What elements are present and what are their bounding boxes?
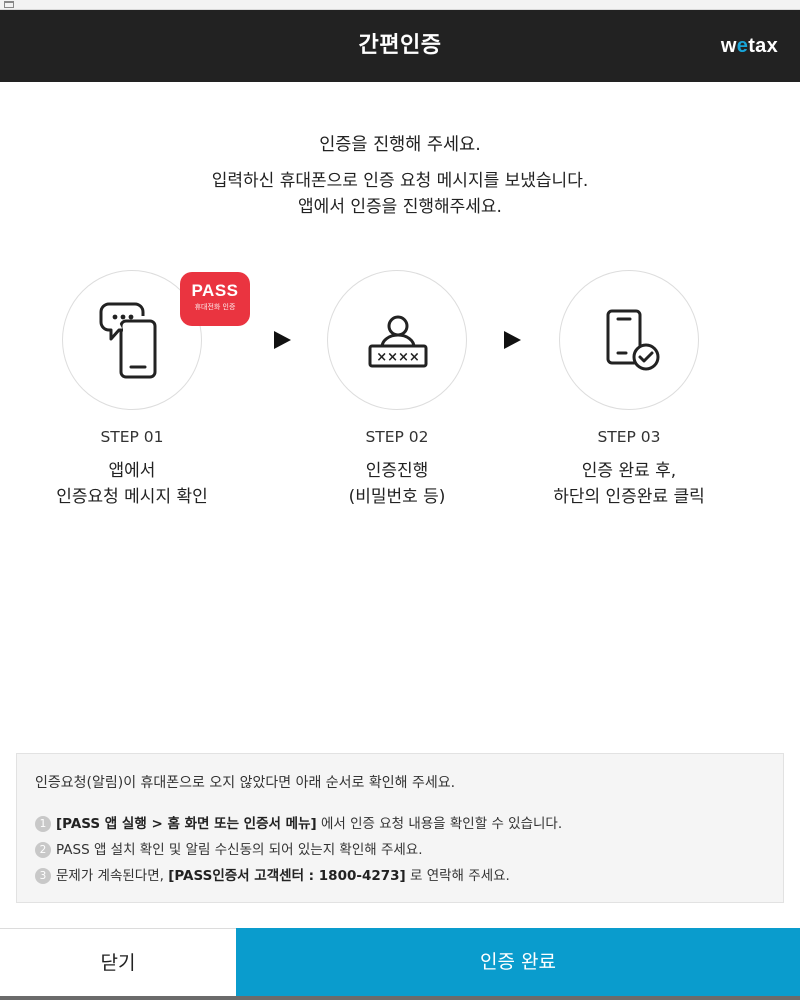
close-button[interactable]: 닫기: [0, 928, 236, 996]
phone-check-icon: [606, 309, 660, 371]
notice-item: 1 [PASS 앱 실행 > 홈 화면 또는 인증서 메뉴] 에서 인증 요청 내…: [35, 812, 562, 832]
wetax-logo: wetax: [720, 35, 778, 57]
intro-line: 입력하신 휴대폰으로 인증 요청 메시지를 보냈습니다.: [211, 171, 589, 191]
pass-badge-title: PASS: [191, 281, 239, 300]
number-badge: 1: [35, 816, 51, 832]
step-desc: 인증진행: [365, 461, 429, 481]
notice-item: 2 PASS 앱 설치 확인 및 알림 수신동의 되어 있는지 확인해 주세요.: [35, 838, 423, 858]
intro-heading: 인증을 진행해 주세요.: [319, 135, 481, 155]
notice-box: 인증요청(알림)이 휴대폰으로 오지 않았다면 아래 순서로 확인해 주세요. …: [16, 753, 784, 903]
window-top-strip: [0, 0, 800, 10]
step-number: STEP 03: [597, 428, 661, 446]
page-title: 간편인증: [358, 33, 442, 58]
header-bar: 간편인증 wetax: [0, 10, 800, 82]
step-circle: [559, 270, 699, 410]
step-desc: 인증 완료 후,: [581, 461, 677, 481]
notice-lead: 인증요청(알림)이 휴대폰으로 오지 않았다면 아래 순서로 확인해 주세요.: [35, 775, 456, 791]
step-circle: ××××: [327, 270, 467, 410]
auth-complete-button[interactable]: 인증 완료: [236, 928, 800, 996]
intro-line: 앱에서 인증을 진행해주세요.: [298, 197, 502, 217]
step-desc: 앱에서: [108, 461, 156, 481]
svg-text:××××: ××××: [376, 350, 420, 365]
notice-text: 에서 인증 요청 내용을 확인할 수 있습니다.: [316, 816, 563, 832]
notice-text: 문제가 계속된다면,: [56, 868, 169, 884]
window-bottom-edge: [0, 996, 800, 1000]
pass-badge: PASS 휴대전화 인증: [180, 272, 250, 326]
footer-bar: 닫기 인증 완료: [0, 928, 800, 996]
step-desc: 인증요청 메시지 확인: [56, 487, 208, 507]
notice-bold: [PASS인증서 고객센터 : 1800-4273]: [168, 868, 406, 884]
intro-text: 인증을 진행해 주세요. 입력하신 휴대폰으로 인증 요청 메시지를 보냈습니다…: [0, 132, 800, 220]
arrow-right-icon: [504, 331, 521, 349]
notice-text: PASS 앱 설치 확인 및 알림 수신동의 되어 있는지 확인해 주세요.: [56, 842, 423, 858]
step-number: STEP 01: [100, 428, 164, 446]
number-badge: 3: [35, 868, 51, 884]
notice-text: 로 연락해 주세요.: [405, 868, 510, 884]
pass-badge-subtitle: 휴대전화 인증: [194, 303, 236, 311]
step-desc: 하단의 인증완료 클릭: [553, 487, 705, 507]
arrow-right-icon: [274, 331, 291, 349]
window-icon: [4, 1, 14, 8]
notice-bold: [PASS 앱 실행 > 홈 화면 또는 인증서 메뉴]: [56, 816, 317, 832]
step-number: STEP 02: [365, 428, 429, 446]
number-badge: 2: [35, 842, 51, 858]
user-password-icon: ××××: [368, 315, 428, 368]
step-desc: (비밀번호 등): [348, 487, 446, 507]
notice-item: 3 문제가 계속된다면, [PASS인증서 고객센터 : 1800-4273] 로…: [35, 864, 510, 884]
